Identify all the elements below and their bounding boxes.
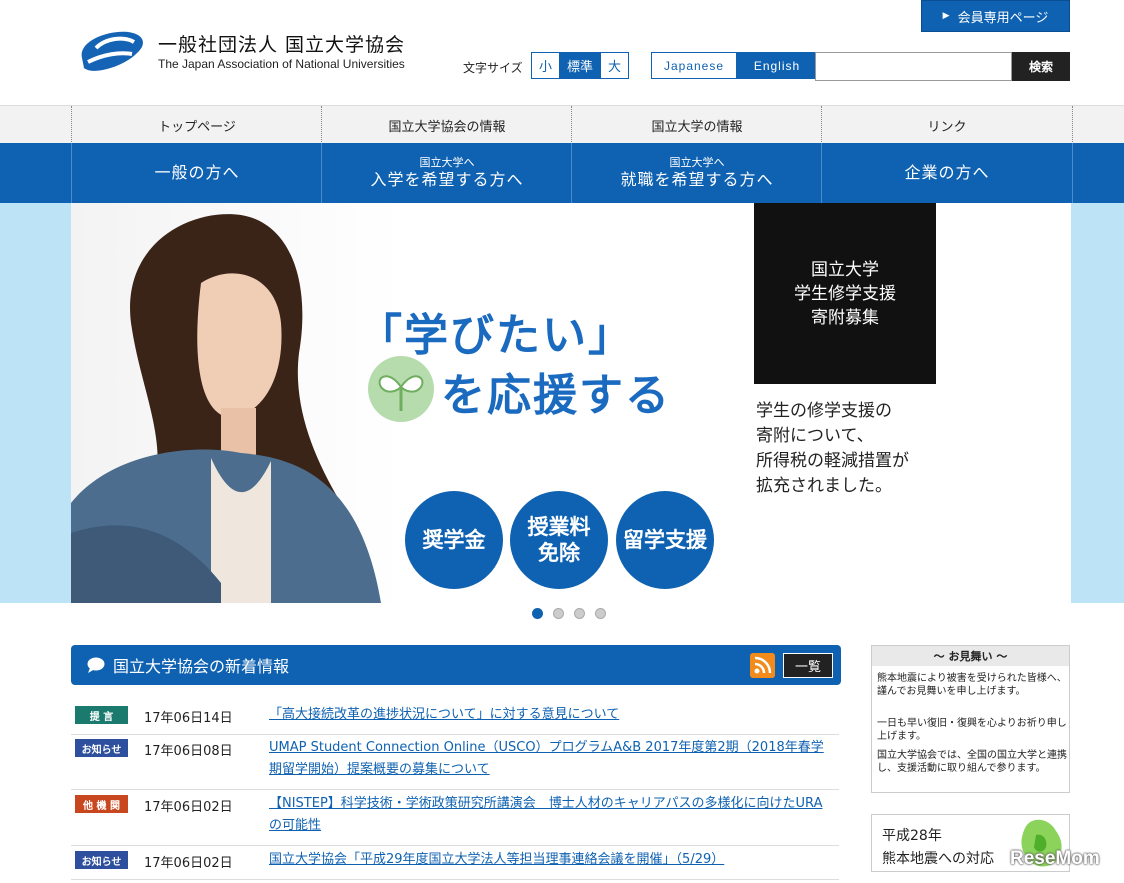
donation-text-line3: 所得税の軽減措置が [756,451,909,471]
font-size-switcher: 小 標準 大 [531,52,630,79]
study-abroad-circle: 留学支援 [616,491,714,589]
member-page-label: 会員専用ページ [957,10,1049,26]
lang-english-button[interactable]: English [736,53,818,78]
nav-job-seekers-sub: 国立大学へ [669,156,725,169]
triangle-right-icon: ▶ [942,11,950,21]
slide-dot-1[interactable] [532,608,543,619]
speech-bubble-icon [87,657,105,673]
donation-description: 学生の修学支援の 寄附について、 所得税の軽減措置が 拡充されました。 [756,399,909,499]
news-list-button[interactable]: 一覧 [783,653,833,678]
condolence-title: ～ お見舞い ～ [872,646,1069,666]
jaanu-logo-icon[interactable] [76,28,148,76]
tuition-exemption-circle: 授業料 免除 [510,491,608,589]
donation-text-line1: 学生の修学支援の [756,401,892,421]
news-date: 17年06日02日 [144,856,233,871]
tuition-exemption-label-2: 免除 [538,541,580,565]
font-size-label: 文字サイズ [463,61,523,75]
condolence-paragraph: 国立大学協会では、全国の国立大学と連携し、支援活動に取り組んで参ります。 [877,750,1067,774]
font-size-large-button[interactable]: 大 [600,53,629,78]
org-name-en: The Japan Association of National Univer… [158,57,405,71]
news-link[interactable]: 国立大学協会「平成29年度国立大学法人等担当理事連絡会議を開催」（5/29） [269,849,835,871]
news-item: 他 機 関 17年06日02日 【NISTEP】科学技術・学術政策研究所講演会 … [71,790,839,846]
hero-title-line1: 「学びたい」 [358,310,634,361]
sprout-icon [368,356,434,422]
slide-dot-4[interactable] [595,608,606,619]
student-photo [71,203,401,603]
slide-dot-3[interactable] [574,608,585,619]
category-badge: 他 機 関 [75,795,128,813]
nav-top-page[interactable]: トップページ [71,106,322,144]
nav-companies-label: 企業の方へ [904,163,990,182]
condolence-paragraph: 熊本地震により被害を受けられた皆様へ、謹んでお見舞いを申し上げます。 [877,673,1067,697]
nav-general-public[interactable]: 一般の方へ [71,143,322,203]
study-abroad-label: 留学支援 [623,528,707,552]
condolence-paragraph: 一日も早い復旧・復興を心よりお祈り申し上げます。 [877,718,1067,742]
language-switcher: Japanese English [651,52,819,79]
top-navigation: トップページ 国立大学協会の情報 国立大学の情報 リンク [0,105,1124,144]
hero-title-line2: を応援する [441,370,671,421]
nav-job-seekers[interactable]: 国立大学へ 就職を希望する方へ [571,143,822,203]
font-size-normal-button[interactable]: 標準 [559,53,601,78]
tuition-exemption-label-1: 授業料 [527,515,591,539]
condolence-box: ～ お見舞い ～ 熊本地震により被害を受けられた皆様へ、謹んでお見舞いを申し上げ… [871,645,1070,793]
org-name-ja: 一般社団法人 国立大学協会 [158,34,406,56]
news-link[interactable]: UMAP Student Connection Online（USCO）プログラ… [269,737,835,781]
kumamoto-line2: 熊本地震への対応 [882,851,994,867]
resemom-watermark: ReseMom [1010,848,1100,869]
scholarship-circle: 奨学金 [405,491,503,589]
donation-line3: 寄附募集 [811,307,879,328]
rss-icon[interactable] [750,653,775,678]
nav-job-seekers-label: 就職を希望する方へ [620,170,774,189]
news-date: 17年06日14日 [144,711,233,726]
kumamoto-line1: 平成28年 [882,828,942,844]
slide-dot-2[interactable] [553,608,564,619]
donation-text-line4: 拡充されました。 [756,476,892,496]
news-date: 17年06日08日 [144,744,233,759]
category-badge: 提 言 [75,706,128,724]
news-item: お知らせ 17年06日08日 UMAP Student Connection O… [71,734,839,790]
news-link[interactable]: 【NISTEP】科学技術・学術政策研究所講演会 博士人材のキャリアパスの多様化に… [269,793,835,837]
nav-general-public-label: 一般の方へ [154,163,240,182]
member-page-button[interactable]: ▶ 会員専用ページ [921,0,1070,32]
donation-text-line2: 寄附について、 [756,426,874,446]
news-header: 国立大学協会の新着情報 [71,645,841,685]
category-badge: お知らせ [75,851,128,869]
nav-prospective-students-sub: 国立大学へ [419,156,475,169]
lang-japanese-button[interactable]: Japanese [652,53,736,78]
news-item: 提 言 17年06日14日 「高大接続改革の進捗状況について」に対する意見につい… [71,701,839,735]
news-date: 17年06日02日 [144,800,233,815]
audience-navigation: 一般の方へ 国立大学へ 入学を希望する方へ 国立大学へ 就職を希望する方へ 企業… [0,143,1124,203]
news-heading: 国立大学協会の新着情報 [113,657,290,676]
category-badge: お知らせ [75,739,128,757]
nav-prospective-students[interactable]: 国立大学へ 入学を希望する方へ [321,143,572,203]
search-button[interactable]: 検索 [1012,52,1070,81]
news-item: お知らせ 17年06日02日 国立大学協会「平成29年度国立大学法人等担当理事連… [71,846,839,880]
slider-pagination [532,608,606,619]
nav-companies[interactable]: 企業の方へ [821,143,1073,203]
hero-slide[interactable]: 「学びたい」 を応援する 奨学金 授業料 免除 留学支援 国立大学 学生修学支援… [71,203,1071,603]
donation-line1: 国立大学 [811,259,879,280]
nav-university-info[interactable]: 国立大学の情報 [571,106,822,144]
news-link[interactable]: 「高大接続改革の進捗状況について」に対する意見について [269,704,835,726]
donation-line2: 学生修学支援 [794,283,896,304]
scholarship-label: 奨学金 [422,528,486,552]
nav-association-info[interactable]: 国立大学協会の情報 [321,106,572,144]
search-input[interactable] [815,52,1012,81]
nav-prospective-students-label: 入学を希望する方へ [370,170,524,189]
nav-links[interactable]: リンク [821,106,1073,144]
font-size-small-button[interactable]: 小 [532,53,560,78]
donation-banner[interactable]: 国立大学 学生修学支援 寄附募集 [754,203,936,384]
